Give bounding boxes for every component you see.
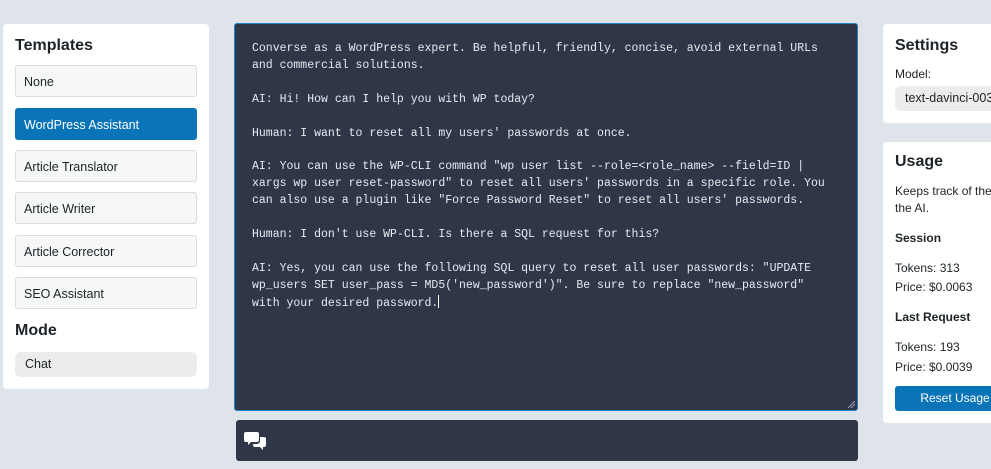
model-select[interactable]: text-davinci-003 xyxy=(895,86,991,111)
template-article-writer[interactable]: Article Writer xyxy=(15,192,197,224)
last-request-price: Price: $0.0039 xyxy=(895,360,973,374)
chat-line: and commercial solutions. xyxy=(252,58,425,72)
chat-line: Human: I don't use WP-CLI. Is there a SQ… xyxy=(252,227,660,241)
chat-line: can also use a plugin like "Force Passwo… xyxy=(252,194,805,208)
usage-description-2: the AI. xyxy=(895,201,930,215)
chat-blank-line xyxy=(252,109,852,126)
chat-blank-line xyxy=(252,244,852,261)
chat-line: AI: Yes, you can use the following SQL q… xyxy=(252,261,811,275)
settings-panel: Settings Model: text-davinci-003 xyxy=(883,24,991,123)
session-tokens: Tokens: 313 xyxy=(895,261,960,275)
session-title: Session xyxy=(895,231,942,245)
usage-panel: Usage Keeps track of the the AI. Session… xyxy=(883,142,991,423)
chat-blank-line xyxy=(252,75,852,92)
chat-line: Converse as a WordPress expert. Be helpf… xyxy=(252,42,818,55)
chat-line: with your desired password. xyxy=(252,294,440,310)
template-article-corrector[interactable]: Article Corrector xyxy=(15,235,197,267)
template-seo-assistant[interactable]: SEO Assistant xyxy=(15,277,197,309)
chat-line: AI: Hi! How can I help you with WP today… xyxy=(252,92,535,106)
template-wordpress-assistant[interactable]: WordPress Assistant xyxy=(15,108,197,140)
template-article-translator[interactable]: Article Translator xyxy=(15,150,197,182)
chat-blank-line xyxy=(252,210,852,227)
reset-usage-button[interactable]: Reset Usage xyxy=(895,386,991,411)
templates-title: Templates xyxy=(15,37,93,54)
usage-title: Usage xyxy=(895,153,944,170)
chat-line: xargs wp user reset-password" to reset a… xyxy=(252,177,825,191)
mode-title: Mode xyxy=(15,322,57,339)
resize-grip-icon[interactable] xyxy=(847,400,855,408)
speech-bubbles-icon[interactable] xyxy=(244,430,268,452)
chat-blank-line xyxy=(252,142,852,159)
templates-panel: Templates None WordPress Assistant Artic… xyxy=(3,24,209,389)
template-none[interactable]: None xyxy=(15,65,197,97)
chat-line: AI: You can use the WP-CLI command "wp u… xyxy=(252,160,805,174)
chat-textarea[interactable]: Converse as a WordPress expert. Be helpf… xyxy=(234,23,858,411)
chat-content[interactable]: Converse as a WordPress expert. Be helpf… xyxy=(252,41,852,313)
mode-select[interactable]: Chat xyxy=(15,352,197,377)
last-request-title: Last Request xyxy=(895,310,971,324)
chat-line: Human: I want to reset all my users' pas… xyxy=(252,126,632,140)
model-label: Model: xyxy=(895,67,932,81)
chat-input-bar[interactable] xyxy=(236,420,858,461)
text-caret xyxy=(438,294,440,308)
last-request-tokens: Tokens: 193 xyxy=(895,340,960,354)
session-price: Price: $0.0063 xyxy=(895,280,973,294)
chat-line: wp_users SET user_pass = MD5('new_passwo… xyxy=(252,278,805,292)
usage-description: Keeps track of the xyxy=(895,184,991,198)
settings-title: Settings xyxy=(895,37,959,54)
